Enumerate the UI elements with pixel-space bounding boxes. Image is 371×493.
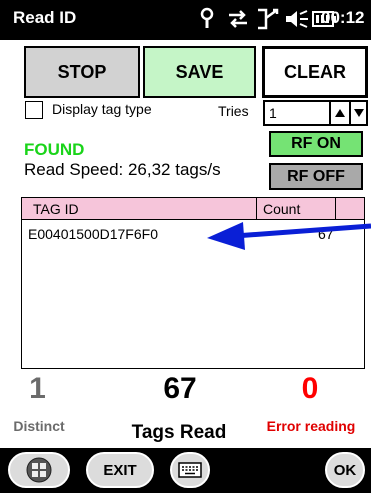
connection-icon (258, 8, 279, 30)
rf-on-button[interactable]: RF ON (269, 131, 363, 157)
distinct-count: 1 (29, 372, 46, 405)
display-tag-type-label: Display tag type (52, 101, 152, 117)
bottom-softkey-bar: EXIT OK (0, 448, 371, 493)
tags-read-count: 67 (163, 372, 197, 405)
rf-off-button[interactable]: RF OFF (269, 163, 363, 190)
save-button[interactable]: SAVE (143, 46, 256, 98)
clock: 00:12 (321, 8, 365, 27)
tries-input[interactable]: 1 (263, 100, 331, 126)
volume-icon (286, 10, 308, 28)
column-header-tag-id[interactable]: TAG ID (33, 201, 79, 217)
keyboard-button[interactable] (170, 452, 210, 488)
tries-label: Tries (218, 103, 249, 119)
found-status: FOUND (24, 140, 85, 159)
tries-down-button[interactable] (351, 100, 368, 126)
triangle-down-icon (353, 109, 364, 117)
window-title: Read ID (13, 8, 77, 27)
windows-logo-icon (26, 457, 52, 483)
start-button[interactable] (8, 452, 70, 488)
read-speed-text: Read Speed: 26,32 tags/s (24, 160, 221, 179)
tags-read-label: Tags Read (131, 422, 227, 443)
clear-button[interactable]: CLEAR (262, 46, 368, 98)
tries-up-button[interactable] (331, 100, 351, 126)
distinct-label: Distinct (13, 418, 65, 434)
antenna-icon (200, 7, 214, 28)
arrow-annotation-icon (207, 222, 371, 250)
stop-button[interactable]: STOP (24, 46, 140, 98)
sync-arrows-icon (229, 10, 247, 28)
error-reading-label: Error reading (266, 418, 356, 434)
exit-button[interactable]: EXIT (86, 452, 154, 488)
triangle-up-icon (335, 109, 345, 117)
keyboard-icon (178, 462, 202, 478)
error-count: 0 (301, 372, 319, 405)
table-row-tag-id[interactable]: E00401500D17F6F0 (28, 226, 158, 242)
ok-button[interactable]: OK (325, 452, 365, 488)
title-bar: Read ID 00:12 (0, 0, 371, 40)
display-tag-type-checkbox[interactable] (25, 101, 43, 119)
